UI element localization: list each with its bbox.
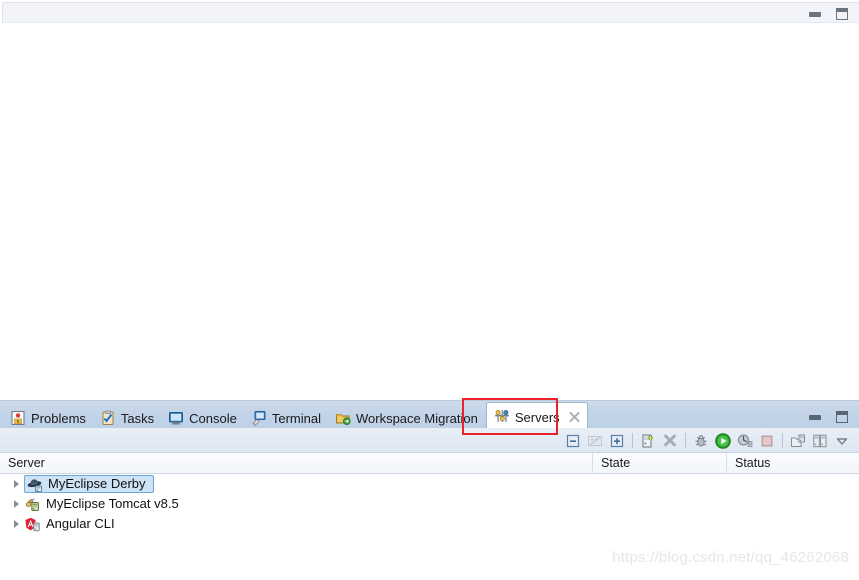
view-tabstrip: Problems Tasks Console Terminal Workspac…: [0, 400, 859, 429]
tab-terminal-label: Terminal: [271, 411, 321, 426]
angular-cli-icon: [24, 516, 41, 533]
row-label-server: MyEclipse Derby: [48, 476, 146, 491]
servers-icon: [494, 408, 510, 424]
watermark: https://blog.csdn.net/qq_46262068: [612, 549, 849, 566]
tab-console[interactable]: Console: [162, 406, 245, 429]
column-header-state[interactable]: State: [593, 453, 727, 473]
column-header-status[interactable]: Status: [727, 453, 859, 473]
stop-icon: [756, 430, 778, 452]
tab-terminal[interactable]: Terminal: [245, 406, 329, 429]
column-header-status-label: Status: [735, 456, 771, 470]
row-content: Angular CLI: [24, 516, 119, 533]
maximize-icon: [835, 411, 848, 423]
editor-canvas[interactable]: [2, 23, 859, 392]
publish-icon[interactable]: [787, 430, 809, 452]
editor-titlebar: [2, 2, 859, 22]
editor-window-controls: [807, 7, 849, 21]
minimize-icon: [808, 414, 821, 420]
view-tabs: Problems Tasks Console Terminal Workspac…: [4, 401, 588, 429]
toolbar-separator: [782, 433, 783, 448]
panel-maximize-button[interactable]: [834, 410, 849, 424]
row-label-server: MyEclipse Tomcat v8.5: [46, 496, 179, 511]
panel-minimize-button[interactable]: [807, 410, 822, 424]
panel-window-controls: [807, 410, 849, 424]
column-header-state-label: State: [601, 456, 631, 470]
tab-workspace-migration-label: Workspace Migration: [355, 411, 478, 426]
table-row[interactable]: MyEclipse Tomcat v8.5: [0, 494, 859, 514]
minimize-icon: [808, 11, 821, 17]
editor-minimize-button[interactable]: [807, 7, 822, 21]
servers-table-header: Server State Status: [0, 453, 859, 474]
editor-restore-button[interactable]: [834, 7, 849, 21]
tab-problems-label: Problems: [31, 411, 86, 426]
terminal-icon: [251, 410, 267, 426]
tab-servers-label: Servers: [514, 409, 560, 425]
tab-tasks-label: Tasks: [120, 411, 155, 426]
row-label-server: Angular CLI: [46, 516, 115, 531]
tab-problems[interactable]: Problems: [4, 406, 94, 429]
expand-arrow-icon[interactable]: [10, 497, 24, 511]
add-remove-modules-icon[interactable]: [809, 430, 831, 452]
tab-console-label: Console: [189, 411, 237, 426]
expand-arrow-icon[interactable]: [10, 477, 24, 491]
profile-icon[interactable]: [734, 430, 756, 452]
debug-icon[interactable]: [690, 430, 712, 452]
tasks-icon: [100, 410, 116, 426]
run-icon[interactable]: [712, 430, 734, 452]
table-row[interactable]: Angular CLI: [0, 514, 859, 534]
delete-icon[interactable]: [659, 430, 681, 452]
row-content: MyEclipse Tomcat v8.5: [24, 496, 183, 513]
problems-icon: [10, 410, 26, 426]
derby-server-icon: [26, 476, 43, 493]
restore-icon: [835, 8, 848, 20]
tab-servers[interactable]: Servers: [485, 402, 588, 429]
disabled-terminate-icon: [584, 430, 606, 452]
eclipse-ide-window: Problems Tasks Console Terminal Workspac…: [0, 0, 859, 580]
toolbar-separator: [632, 433, 633, 448]
close-icon[interactable]: [568, 410, 581, 423]
new-server-icon[interactable]: [637, 430, 659, 452]
table-row[interactable]: MyEclipse Derby: [0, 474, 859, 494]
tab-workspace-migration[interactable]: Workspace Migration: [329, 406, 486, 429]
editor-area: [0, 0, 859, 392]
workspace-migration-icon: [335, 410, 351, 426]
tab-tasks[interactable]: Tasks: [94, 406, 162, 429]
collapse-all-icon[interactable]: [562, 430, 584, 452]
tomcat-server-icon: [24, 496, 41, 513]
row-selection-box: MyEclipse Derby: [24, 475, 154, 493]
column-header-server-label: Server: [8, 456, 45, 470]
column-header-server[interactable]: Server: [0, 453, 593, 473]
toolbar-separator: [685, 433, 686, 448]
console-icon: [168, 410, 184, 426]
servers-view-toolbar: [0, 428, 859, 453]
expand-arrow-icon[interactable]: [10, 517, 24, 531]
servers-toolbar-items: [562, 428, 853, 453]
view-menu-icon[interactable]: [831, 430, 853, 452]
expand-all-icon[interactable]: [606, 430, 628, 452]
